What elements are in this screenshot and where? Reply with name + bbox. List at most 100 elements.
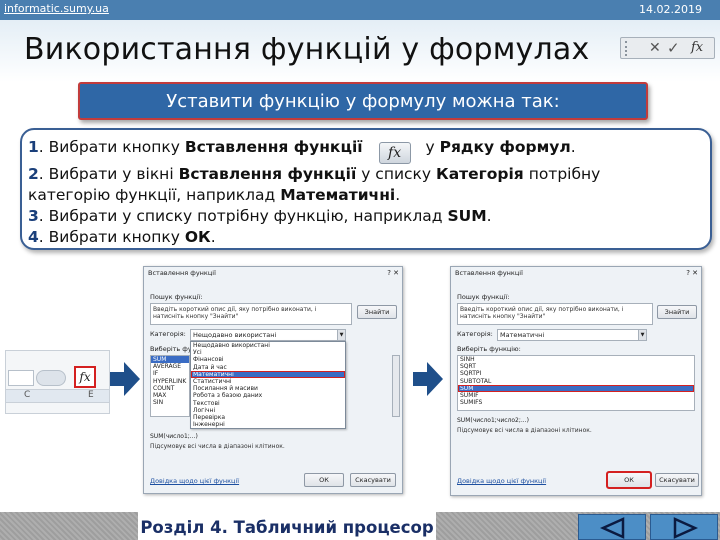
- subtitle-box: Уставити функцію у формулу можна так:: [78, 82, 648, 120]
- column-e-header: E: [88, 390, 94, 400]
- cancel-button[interactable]: Скасувати: [350, 473, 396, 487]
- step-2-continued: категорію функції, наприклад Математичні…: [28, 185, 702, 206]
- list-item[interactable]: SUBTOTAL: [458, 378, 694, 385]
- category-label: Категорія:: [150, 330, 186, 338]
- list-item[interactable]: MAX: [151, 392, 189, 399]
- step-bold: Вставлення функції: [184, 138, 363, 156]
- list-item[interactable]: HYPERLINK: [151, 378, 189, 385]
- dropdown-item[interactable]: Дата й час: [191, 364, 345, 371]
- prev-slide-button[interactable]: [578, 514, 646, 540]
- function-signature: SUM(число1;...): [150, 433, 198, 440]
- step-text: . Вибрати кнопку: [38, 228, 185, 246]
- name-box-dropdown: [36, 370, 66, 386]
- dropdown-item[interactable]: Усі: [191, 349, 345, 356]
- step-1: 1. Вибрати кнопку Вставлення функції fx у…: [28, 137, 702, 164]
- search-input-text: Введіть короткий опис дії, яку потрібно …: [460, 306, 624, 320]
- dropdown-item[interactable]: Фінансові: [191, 356, 345, 363]
- step-number: 4: [28, 228, 39, 246]
- dropdown-item[interactable]: Текстові: [191, 400, 345, 407]
- category-select[interactable]: Математичні ▼: [497, 329, 647, 341]
- search-input[interactable]: Введіть короткий опис дії, яку потрібно …: [457, 303, 653, 325]
- next-slide-button[interactable]: [650, 514, 718, 540]
- function-list[interactable]: SUM AVERAGE IF HYPERLINK COUNT MAX SIN: [150, 355, 190, 417]
- list-item[interactable]: IF: [151, 370, 189, 377]
- function-signature: SUM(число1;число2;...): [457, 417, 529, 424]
- triangle-right-icon: [673, 517, 699, 539]
- category-label: Категорія:: [457, 330, 493, 338]
- section-title: Розділ 4. Табличний процесор: [140, 518, 434, 537]
- step-text: .: [570, 138, 576, 156]
- formula-bar-snippet: ✕ ✓ fx: [620, 37, 715, 59]
- list-item-selected[interactable]: SUM: [458, 384, 694, 393]
- category-value: Нещодавно використані: [193, 331, 277, 339]
- chevron-down-icon: ▼: [337, 330, 345, 340]
- step-number: 2: [28, 165, 39, 183]
- step-text: .: [210, 228, 216, 246]
- cancel-button[interactable]: Скасувати: [655, 473, 699, 487]
- category-value: Математичні: [500, 331, 545, 339]
- footer-box: Розділ 4. Табличний процесор: [138, 512, 436, 540]
- list-item[interactable]: SQRT: [458, 363, 694, 370]
- search-label: Пошук функції:: [150, 293, 203, 301]
- close-icon[interactable]: ? ✕: [686, 269, 698, 277]
- list-item[interactable]: SQRTPI: [458, 370, 694, 377]
- ok-button[interactable]: ОК: [606, 471, 652, 489]
- choose-function-label: Виберіть функцію:: [457, 345, 521, 353]
- list-item[interactable]: SUMIFS: [458, 399, 694, 406]
- fx-icon: fx: [691, 40, 704, 55]
- search-input[interactable]: Введіть короткий опис дії, яку потрібно …: [150, 303, 352, 325]
- step-2: 2. Вибрати у вікні Вставлення функції у …: [28, 164, 702, 185]
- step-4: 4. Вибрати кнопку ОК.: [28, 227, 702, 248]
- list-item[interactable]: COUNT: [151, 385, 189, 392]
- dropdown-item[interactable]: Посилання й масиви: [191, 385, 345, 392]
- category-select[interactable]: Нещодавно використані ▼: [190, 329, 346, 341]
- column-c-header: C: [24, 390, 31, 400]
- step-text: . Вибрати у списку потрібну функцію, нап…: [38, 207, 448, 225]
- ok-button[interactable]: ОК: [304, 473, 344, 487]
- top-bar: informatic.sumy.ua 14.02.2019: [0, 0, 720, 20]
- list-item[interactable]: SUMIF: [458, 392, 694, 399]
- dropdown-item[interactable]: Логічні: [191, 407, 345, 414]
- site-link[interactable]: informatic.sumy.ua: [4, 2, 109, 15]
- find-button[interactable]: Знайти: [657, 305, 697, 319]
- dialog-title: Вставлення функції: [148, 269, 216, 277]
- step-number: 3: [28, 207, 39, 225]
- list-item[interactable]: SIN: [151, 399, 189, 406]
- name-box: [8, 370, 34, 386]
- help-link[interactable]: Довідка щодо цієї функції: [457, 477, 546, 485]
- search-label: Пошук функції:: [457, 293, 510, 301]
- step-text: у списку: [356, 165, 437, 183]
- dropdown-item-selected[interactable]: Математичні: [191, 370, 345, 379]
- step-bold: Категорія: [436, 165, 524, 183]
- step-bold: SUM: [447, 207, 487, 225]
- triangle-left-icon: [599, 517, 625, 539]
- list-item[interactable]: SUM: [151, 356, 189, 364]
- function-list[interactable]: SINH SQRT SQRTPI SUBTOTAL SUM SUMIF SUMI…: [457, 355, 695, 411]
- step-text: потрібну: [523, 165, 601, 183]
- category-dropdown[interactable]: Нещодавно використані Усі Фінансові Дата…: [190, 341, 346, 429]
- function-description: Підсумовує всі числа в діапазоні клітино…: [457, 427, 592, 434]
- scrollbar[interactable]: [392, 355, 400, 417]
- column-header-row: [6, 389, 109, 403]
- check-icon: ✓: [667, 39, 680, 57]
- dropdown-item[interactable]: Перевірка: [191, 414, 345, 421]
- step-bold: Рядку формул: [439, 138, 571, 156]
- find-button[interactable]: Знайти: [357, 305, 397, 319]
- excel-formula-bar-snippet: fx C E: [5, 350, 110, 414]
- dialog-title: Вставлення функції: [455, 269, 523, 277]
- list-item[interactable]: AVERAGE: [151, 363, 189, 370]
- dropdown-item[interactable]: Статистичні: [191, 378, 345, 385]
- dropdown-item[interactable]: Інженерні: [191, 421, 345, 428]
- close-icon[interactable]: ? ✕: [387, 269, 399, 277]
- dropdown-item[interactable]: Нещодавно використані: [191, 342, 345, 349]
- subtitle: Уставити функцію у формулу можна так:: [166, 91, 560, 112]
- dropdown-item[interactable]: Робота з базою даних: [191, 392, 345, 399]
- insert-function-button[interactable]: fx: [74, 366, 96, 388]
- help-link[interactable]: Довідка щодо цієї функції: [150, 477, 239, 485]
- grip-icon: [625, 41, 628, 56]
- step-text: у: [420, 138, 440, 156]
- step-text: . Вибрати кнопку: [38, 138, 185, 156]
- date-label: 14.02.2019: [639, 3, 702, 16]
- list-item[interactable]: SINH: [458, 356, 694, 363]
- step-bold: Вставлення функції: [178, 165, 357, 183]
